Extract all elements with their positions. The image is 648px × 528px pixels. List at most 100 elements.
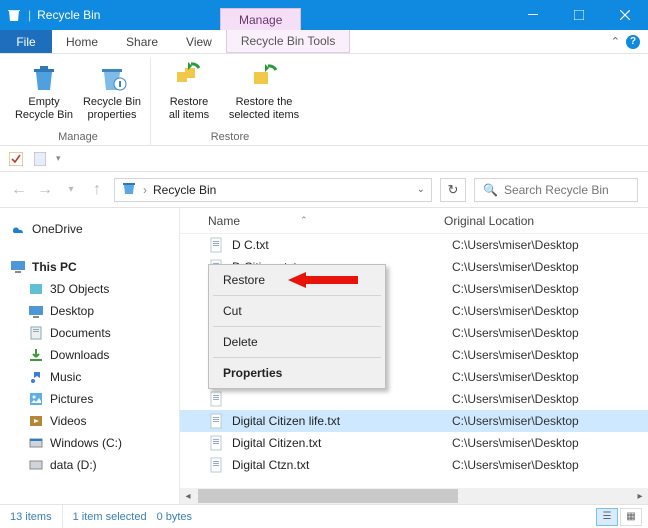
qat-checkbox-icon[interactable] [8, 151, 24, 167]
context-separator [213, 357, 381, 358]
qat-document-icon[interactable] [32, 151, 48, 167]
scroll-right-icon[interactable]: ▸ [632, 488, 648, 504]
context-cut[interactable]: Cut [211, 298, 383, 324]
qat-dropdown-icon[interactable]: ▾ [56, 153, 61, 164]
nav-up-button[interactable]: ↑ [88, 181, 106, 199]
nav-history-dropdown[interactable]: ▾ [62, 184, 80, 195]
folder-icon [28, 413, 44, 429]
context-properties[interactable]: Properties [211, 360, 383, 386]
text-file-icon [208, 413, 224, 429]
nav-item[interactable]: Windows (C:) [10, 432, 173, 454]
nav-item[interactable]: data (D:) [10, 454, 173, 476]
refresh-button[interactable]: ↻ [440, 178, 466, 202]
nav-item-label: 3D Objects [50, 282, 109, 296]
tab-view[interactable]: View [172, 30, 226, 53]
column-name-header[interactable]: Name [208, 214, 240, 228]
nav-this-pc[interactable]: This PC [10, 256, 173, 278]
status-size: 0 bytes [157, 511, 192, 523]
search-input[interactable] [504, 183, 648, 197]
nav-item[interactable]: Music [10, 366, 173, 388]
nav-item-label: Documents [50, 326, 111, 340]
view-large-icons-button[interactable]: ▦ [620, 508, 642, 526]
file-original-location: C:\Users\miser\Desktop [452, 348, 648, 362]
window-title: Recycle Bin [37, 8, 100, 22]
restore-selected-items-button[interactable]: Restore the selected items [225, 58, 303, 121]
column-original-location-header[interactable]: Original Location [444, 214, 648, 228]
help-icon[interactable]: ? [626, 35, 640, 49]
nav-item-label: data (D:) [50, 458, 97, 472]
view-details-button[interactable]: ☰ [596, 508, 618, 526]
maximize-button[interactable] [556, 0, 602, 30]
folder-icon [28, 281, 44, 297]
file-original-location: C:\Users\miser\Desktop [452, 304, 648, 318]
restore-all-items-label: Restore all items [169, 96, 209, 121]
scroll-left-icon[interactable]: ◂ [180, 488, 196, 504]
file-name: Digital Citizen.txt [232, 436, 452, 450]
text-file-icon [208, 237, 224, 253]
bin-properties-icon [96, 62, 128, 94]
folder-icon [28, 435, 44, 451]
file-original-location: C:\Users\miser\Desktop [452, 370, 648, 384]
nav-item[interactable]: Videos [10, 410, 173, 432]
file-row[interactable]: Digital Ctzn.txtC:\Users\miser\Desktop [180, 454, 648, 476]
tab-share[interactable]: Share [112, 30, 172, 53]
file-original-location: C:\Users\miser\Desktop [452, 238, 648, 252]
restore-selected-icon [248, 62, 280, 94]
file-row[interactable]: Digital Citizen life.txtC:\Users\miser\D… [180, 410, 648, 432]
nav-bar: ← → ▾ ↑ › Recycle Bin ⌄ ↻ 🔍 [0, 172, 648, 208]
empty-recycle-bin-label: Empty Recycle Bin [15, 96, 73, 121]
address-bar[interactable]: › Recycle Bin ⌄ [114, 178, 432, 202]
ribbon-collapse-icon[interactable]: ⌃ [611, 35, 620, 48]
tab-file[interactable]: File [0, 30, 52, 53]
nav-item[interactable]: 3D Objects [10, 278, 173, 300]
close-button[interactable] [602, 0, 648, 30]
context-separator [213, 295, 381, 296]
nav-item[interactable]: Downloads [10, 344, 173, 366]
nav-item-label: Downloads [50, 348, 109, 362]
nav-item[interactable]: Documents [10, 322, 173, 344]
file-row[interactable]: Digital Citizen.txtC:\Users\miser\Deskto… [180, 432, 648, 454]
onedrive-icon [10, 221, 26, 237]
minimize-button[interactable] [510, 0, 556, 30]
chevron-right-icon: › [143, 183, 147, 197]
status-selection: 1 item selected [73, 511, 147, 523]
tab-recycle-bin-tools[interactable]: Recycle Bin Tools [226, 30, 351, 53]
scrollbar-thumb[interactable] [198, 489, 458, 503]
search-box[interactable]: 🔍 [474, 178, 638, 202]
status-bar: 13 items 1 item selected 0 bytes ☰ ▦ [0, 504, 648, 528]
quick-access-toolbar: ▾ [0, 146, 648, 172]
file-original-location: C:\Users\miser\Desktop [452, 326, 648, 340]
ribbon-group-manage-label: Manage [12, 129, 144, 145]
text-file-icon [208, 391, 224, 407]
folder-icon [28, 303, 44, 319]
tab-home[interactable]: Home [52, 30, 112, 53]
nav-back-button[interactable]: ← [10, 181, 28, 199]
address-dropdown-icon[interactable]: ⌄ [417, 184, 425, 195]
nav-onedrive[interactable]: OneDrive [10, 218, 173, 240]
horizontal-scrollbar[interactable]: ◂ ▸ [180, 488, 648, 504]
folder-icon [28, 369, 44, 385]
context-delete[interactable]: Delete [211, 329, 383, 355]
nav-item[interactable]: Desktop [10, 300, 173, 322]
folder-icon [28, 391, 44, 407]
nav-this-pc-label: This PC [32, 260, 77, 274]
status-item-count: 13 items [0, 505, 63, 528]
file-row[interactable]: C:\Users\miser\Desktop [180, 388, 648, 410]
nav-item-label: Pictures [50, 392, 93, 406]
column-headers[interactable]: Name ⌃ Original Location [180, 208, 648, 234]
empty-recycle-bin-button[interactable]: Empty Recycle Bin [12, 58, 76, 121]
restore-all-items-button[interactable]: Restore all items [157, 58, 221, 121]
annotation-arrow [288, 270, 360, 293]
qat-divider: | [28, 8, 31, 22]
nav-forward-button[interactable]: → [36, 181, 54, 199]
file-original-location: C:\Users\miser\Desktop [452, 260, 648, 274]
nav-item-label: Desktop [50, 304, 94, 318]
nav-item[interactable]: Pictures [10, 388, 173, 410]
this-pc-icon [10, 259, 26, 275]
file-row[interactable]: D C.txtC:\Users\miser\Desktop [180, 234, 648, 256]
restore-all-icon [173, 62, 205, 94]
contextual-tab-label: Manage [220, 8, 301, 30]
breadcrumb-root[interactable]: Recycle Bin [153, 183, 216, 197]
recycle-bin-properties-button[interactable]: Recycle Bin properties [80, 58, 144, 121]
nav-item-label: Music [50, 370, 81, 384]
